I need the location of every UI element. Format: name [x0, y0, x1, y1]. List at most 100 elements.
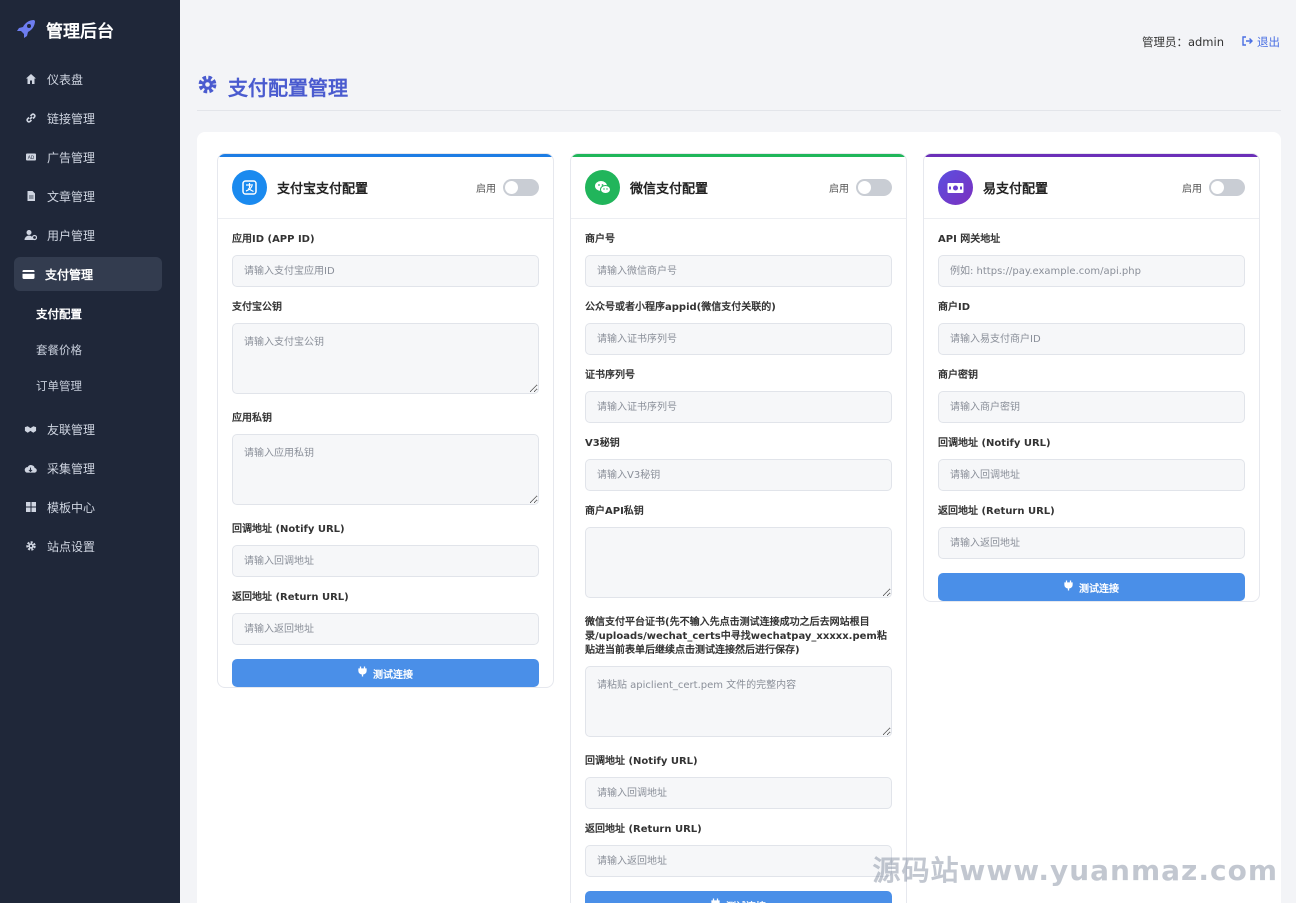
- enable-toggle-group: 启用: [829, 179, 892, 196]
- card-header: 支付宝支付配置 启用: [218, 157, 553, 219]
- enable-toggle-group: 启用: [476, 179, 539, 196]
- admin-user: 管理员：admin: [1141, 35, 1224, 49]
- sidebar-item-friend-links[interactable]: 友联管理: [16, 412, 164, 446]
- sidebar-item-label: 支付管理: [45, 267, 94, 282]
- epay-merchant-key-input[interactable]: [938, 391, 1245, 423]
- card-title: 易支付配置: [983, 182, 1049, 197]
- alipay-notify-url-input[interactable]: [232, 545, 539, 577]
- epay-gateway-url-input[interactable]: [938, 255, 1245, 287]
- enable-label: 启用: [476, 184, 496, 195]
- form-field: API 网关地址: [938, 233, 1245, 287]
- sidebar-item-collect[interactable]: 采集管理: [16, 451, 164, 485]
- alipay-test-connection-button[interactable]: 测试连接: [232, 659, 539, 687]
- plug-icon: [358, 666, 367, 680]
- form-field: 应用ID (APP ID): [232, 233, 539, 287]
- subnav-item-orders[interactable]: 订单管理: [0, 368, 180, 404]
- field-label: 商户API私钥: [585, 506, 644, 517]
- sidebar-item-label: 用户管理: [47, 228, 96, 243]
- epay-merchant-id-input[interactable]: [938, 323, 1245, 355]
- subnav-item-payment-config[interactable]: 支付配置: [0, 296, 180, 332]
- wechat-enable-toggle[interactable]: [856, 179, 892, 196]
- field-label: 应用私钥: [232, 413, 272, 424]
- sidebar-item-label: 模板中心: [47, 500, 96, 515]
- main-content: 管理员：admin 退出 支付配置管理 支付宝支付配置 启用 应用ID (APP…: [180, 0, 1296, 903]
- wechat-return-url-input[interactable]: [585, 845, 892, 877]
- cloud-download-icon: [24, 462, 37, 475]
- field-label: 返回地址 (Return URL): [938, 506, 1055, 517]
- field-label: 回调地址 (Notify URL): [232, 524, 345, 535]
- file-icon: [24, 190, 37, 203]
- form-field: 回调地址 (Notify URL): [938, 437, 1245, 491]
- brand[interactable]: 管理后台: [0, 0, 180, 58]
- form-field: 商户号: [585, 233, 892, 287]
- sidebar-item-links[interactable]: 链接管理: [16, 101, 164, 135]
- plug-icon: [711, 898, 720, 903]
- logout-link[interactable]: 退出: [1242, 34, 1280, 50]
- sidebar-item-templates[interactable]: 模板中心: [16, 490, 164, 524]
- button-label: 测试连接: [726, 898, 766, 903]
- field-label: 返回地址 (Return URL): [232, 592, 349, 603]
- epay-test-connection-button[interactable]: 测试连接: [938, 573, 1245, 601]
- alipay-private-key-textarea[interactable]: [232, 434, 539, 505]
- field-label: 回调地址 (Notify URL): [585, 756, 698, 767]
- field-label: 商户号: [585, 234, 615, 245]
- epay-card: 易支付配置 启用 API 网关地址 商户ID 商户密钥: [923, 153, 1260, 602]
- sidebar-item-articles[interactable]: 文章管理: [16, 179, 164, 213]
- wechat-notify-url-input[interactable]: [585, 777, 892, 809]
- wechat-card: 微信支付配置 启用 商户号 公众号或者小程序appid(微信支付关联的) 证书序…: [570, 153, 907, 903]
- field-label: V3秘钥: [585, 438, 620, 449]
- wechat-v3-key-input[interactable]: [585, 459, 892, 491]
- form-field: 返回地址 (Return URL): [585, 823, 892, 877]
- user-cog-icon: [24, 229, 37, 242]
- field-label: 公众号或者小程序appid(微信支付关联的): [585, 302, 776, 313]
- page-title: 支付配置管理: [228, 76, 348, 100]
- field-label: 支付宝公钥: [232, 302, 282, 313]
- alipay-card: 支付宝支付配置 启用 应用ID (APP ID) 支付宝公钥 应用私钥: [217, 153, 554, 688]
- sidebar-nav-secondary: 友联管理 采集管理 模板中心 站点设置: [0, 412, 180, 563]
- payment-subnav: 支付配置 套餐价格 订单管理: [0, 296, 180, 404]
- epay-notify-url-input[interactable]: [938, 459, 1245, 491]
- sidebar-item-payment[interactable]: 支付管理: [14, 257, 162, 291]
- wechat-icon: [585, 170, 620, 205]
- sidebar-item-dashboard[interactable]: 仪表盘: [16, 62, 164, 96]
- sidebar-item-site-settings[interactable]: 站点设置: [16, 529, 164, 563]
- alipay-public-key-textarea[interactable]: [232, 323, 539, 394]
- wechat-cert-serial-input[interactable]: [585, 391, 892, 423]
- wechat-api-private-key-textarea[interactable]: [585, 527, 892, 598]
- sidebar-item-label: 站点设置: [47, 539, 96, 554]
- field-label: 返回地址 (Return URL): [585, 824, 702, 835]
- rocket-icon: [14, 17, 38, 41]
- sidebar-nav: 仪表盘 链接管理 AD 广告管理 文章管理 用户管理 支付管理: [0, 62, 180, 291]
- alipay-enable-toggle[interactable]: [503, 179, 539, 196]
- enable-toggle-group: 启用: [1182, 179, 1245, 196]
- alipay-return-url-input[interactable]: [232, 613, 539, 645]
- form-field: 回调地址 (Notify URL): [585, 755, 892, 809]
- sidebar-item-label: 仪表盘: [47, 72, 84, 87]
- subnav-item-plan-price[interactable]: 套餐价格: [0, 332, 180, 368]
- wechat-merchant-id-input[interactable]: [585, 255, 892, 287]
- logout-label: 退出: [1257, 35, 1280, 49]
- epay-return-url-input[interactable]: [938, 527, 1245, 559]
- alipay-app-id-input[interactable]: [232, 255, 539, 287]
- page-header: 支付配置管理: [197, 72, 348, 101]
- button-label: 测试连接: [373, 669, 413, 681]
- field-label: 商户密钥: [938, 370, 978, 381]
- form-field: 公众号或者小程序appid(微信支付关联的): [585, 301, 892, 355]
- sidebar-item-users[interactable]: 用户管理: [16, 218, 164, 252]
- form-field: 商户ID: [938, 301, 1245, 355]
- sidebar-item-ads[interactable]: AD 广告管理: [16, 140, 164, 174]
- wechat-appid-input[interactable]: [585, 323, 892, 355]
- field-label: 商户ID: [938, 302, 971, 313]
- card-body: 应用ID (APP ID) 支付宝公钥 应用私钥 回调地址 (Notify UR…: [218, 219, 553, 687]
- form-field: 应用私钥: [232, 412, 539, 509]
- epay-enable-toggle[interactable]: [1209, 179, 1245, 196]
- button-label: 测试连接: [1079, 583, 1119, 595]
- topbar: 管理员：admin 退出: [1142, 34, 1280, 50]
- card-body: API 网关地址 商户ID 商户密钥 回调地址 (Notify URL) 返回地…: [924, 219, 1259, 601]
- field-label: 证书序列号: [585, 370, 635, 381]
- wechat-platform-cert-textarea[interactable]: [585, 666, 892, 737]
- gear-icon: [24, 540, 37, 553]
- wechat-test-connection-button[interactable]: 测试连接: [585, 891, 892, 903]
- svg-text:AD: AD: [27, 155, 34, 161]
- form-field: V3秘钥: [585, 437, 892, 491]
